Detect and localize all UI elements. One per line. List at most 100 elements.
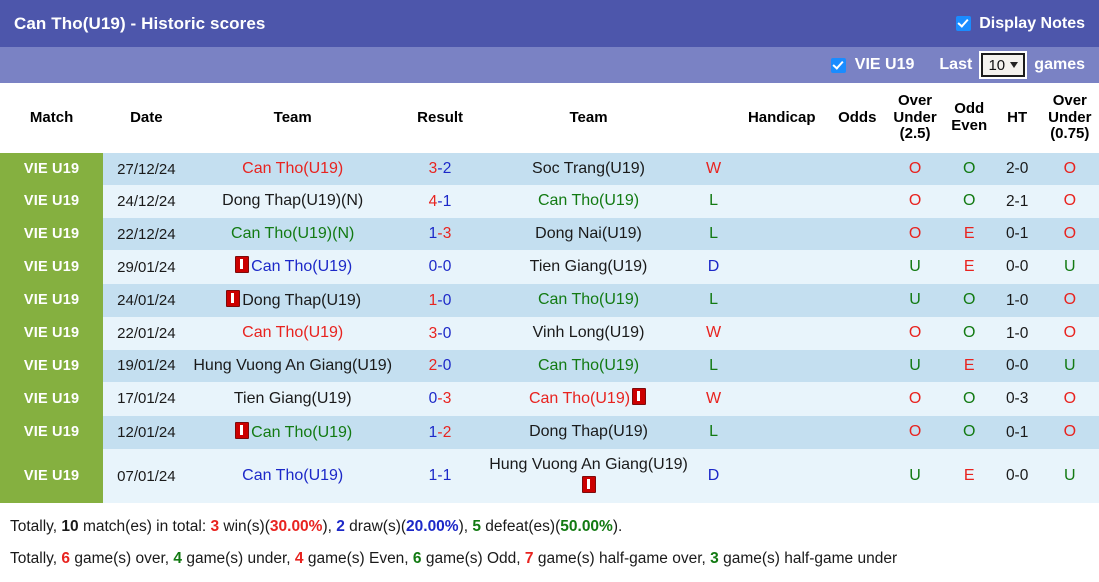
win-lose-draw-value: L: [709, 356, 718, 374]
away-team-cell[interactable]: Tien Giang(U19): [484, 250, 693, 284]
match-date: 12/01/24: [103, 415, 190, 450]
summary-footer: Totally, 10 match(es) in total: 3 win(s)…: [0, 503, 1099, 579]
away-team-cell[interactable]: Can Tho(U19): [484, 382, 693, 416]
over-under-075: U: [1040, 349, 1099, 383]
chevron-down-icon: [1010, 62, 1019, 68]
away-team-cell[interactable]: Soc Trang(U19): [484, 153, 693, 186]
odd-even-value: O: [963, 324, 976, 342]
match-league-badge: VIE U19: [0, 449, 104, 504]
win-lose-draw-value: L: [709, 192, 718, 210]
match-result[interactable]: 2-0: [395, 349, 485, 383]
summary-draws-pct: 20.00%: [406, 518, 459, 536]
filter-subbar: VIE U19 Last 10 games: [0, 47, 1099, 83]
table-row[interactable]: VIE U19 24/01/24 Dong Thap(U19) 1-0 Can Tho(…: [0, 283, 1099, 318]
away-team-cell[interactable]: Vinh Long(U19): [484, 317, 693, 350]
scores-table-wrapper: Match Date Team Result Team Handicap Odd…: [0, 83, 1099, 504]
games-count-select[interactable]: 10: [981, 53, 1026, 77]
odd-even: O: [944, 382, 994, 416]
odd-even-value: O: [963, 192, 976, 210]
over-under-25-value: U: [909, 466, 921, 484]
home-team-cell[interactable]: Dong Thap(U19)(N): [189, 185, 396, 218]
col-header-handicap[interactable]: Handicap: [734, 83, 830, 153]
league-filter-checkbox[interactable]: [830, 57, 846, 73]
table-row[interactable]: VIE U19 29/01/24 Can Tho(U19) 0-0 Tien Giang…: [0, 250, 1099, 284]
col-header-match[interactable]: Match: [0, 83, 104, 153]
away-team-cell[interactable]: Can Tho(U19): [484, 185, 693, 218]
half-time-score: 0-3: [993, 382, 1041, 416]
summary-defeats-text: defeat(es)(: [481, 518, 561, 536]
over-under-25: O: [885, 185, 945, 218]
match-date: 07/01/24: [103, 449, 190, 504]
over-under-25: O: [885, 317, 945, 350]
home-team-cell[interactable]: Can Tho(U19): [189, 449, 396, 504]
away-team-cell[interactable]: Can Tho(U19): [484, 349, 693, 383]
over-under-25-value: U: [909, 291, 921, 309]
table-row[interactable]: VIE U19 24/12/24 Dong Thap(U19)(N) 4-1 Can T…: [0, 185, 1099, 218]
match-result[interactable]: 3-2: [395, 153, 485, 186]
col-header-home-team[interactable]: Team: [189, 83, 396, 153]
table-row[interactable]: VIE U19 19/01/24 Hung Vuong An Giang(U19) 2…: [0, 349, 1099, 383]
over-under-25-value: U: [909, 356, 921, 374]
last-label: Last: [939, 56, 973, 73]
col-header-away-team[interactable]: Team: [484, 83, 693, 153]
result-away-goals: 3: [442, 225, 452, 243]
table-row[interactable]: VIE U19 22/01/24 Can Tho(U19) 3-0 Vinh Long(…: [0, 317, 1099, 350]
away-team-name: Hung Vuong An Giang(U19): [489, 456, 688, 474]
handicap-value: [734, 153, 830, 186]
home-team-cell[interactable]: Tien Giang(U19): [189, 382, 396, 416]
match-result[interactable]: 0-3: [395, 382, 485, 416]
away-team-cell[interactable]: Dong Nai(U19): [484, 217, 693, 251]
table-row[interactable]: VIE U19 22/12/24 Can Tho(U19)(N) 1-3 Dong Na…: [0, 217, 1099, 251]
match-result[interactable]: 1-2: [395, 415, 485, 450]
col-header-over-under-075[interactable]: Over Under (0.75): [1040, 83, 1099, 153]
result-away-goals: 1: [442, 467, 452, 485]
odd-even-value: E: [963, 466, 975, 484]
odd-even: E: [944, 349, 994, 383]
home-team-cell[interactable]: Can Tho(U19): [189, 415, 396, 450]
match-result[interactable]: 1-3: [395, 217, 485, 251]
away-team-name: Dong Thap(U19): [529, 423, 648, 441]
away-team-cell[interactable]: Can Tho(U19): [484, 283, 693, 318]
summary-wins-text: win(s)(: [219, 518, 270, 536]
col-header-odd-even[interactable]: Odd Even: [944, 83, 994, 153]
away-team-name: Vinh Long(U19): [532, 324, 645, 342]
col-header-date[interactable]: Date: [103, 83, 190, 153]
away-team-cell[interactable]: Hung Vuong An Giang(U19): [484, 449, 693, 504]
home-team-cell[interactable]: Can Tho(U19): [189, 317, 396, 350]
table-row[interactable]: VIE U19 27/12/24 Can Tho(U19) 3-2 Soc Trang(…: [0, 153, 1099, 186]
over-under-25: O: [885, 415, 945, 450]
over-under-25: O: [885, 382, 945, 416]
match-result[interactable]: 0-0: [395, 250, 485, 284]
over-under-075: O: [1040, 217, 1099, 251]
home-team-cell[interactable]: Can Tho(U19): [189, 250, 396, 284]
match-result[interactable]: 1-0: [395, 283, 485, 318]
match-result[interactable]: 4-1: [395, 185, 485, 218]
odds-value: [829, 382, 886, 416]
odds-value: [829, 250, 886, 284]
match-result[interactable]: 3-0: [395, 317, 485, 350]
display-notes-checkbox[interactable]: [956, 16, 972, 31]
col-header-odds[interactable]: Odds: [829, 83, 886, 153]
summary-mid-1: match(es) in total:: [78, 518, 211, 536]
home-team-cell[interactable]: Can Tho(U19): [189, 153, 396, 186]
table-row[interactable]: VIE U19 12/01/24 Can Tho(U19) 1-2 Dong Thap(…: [0, 415, 1099, 450]
odd-even: E: [944, 250, 994, 284]
titlebar-right-controls: Display Notes: [956, 15, 1085, 33]
summary-total-matches: 10: [61, 518, 79, 536]
home-team-cell[interactable]: Can Tho(U19)(N): [189, 217, 396, 251]
home-team-cell[interactable]: Hung Vuong An Giang(U19): [189, 349, 396, 383]
match-date: 24/12/24: [103, 185, 190, 218]
table-row[interactable]: VIE U19 07/01/24 Can Tho(U19) 1-1 Hung Vuong…: [0, 449, 1099, 504]
summary-over: 6: [61, 550, 71, 568]
odd-even-value: O: [963, 389, 976, 407]
table-row[interactable]: VIE U19 17/01/24 Tien Giang(U19) 0-3 Can Tho…: [0, 382, 1099, 416]
away-team-cell[interactable]: Dong Thap(U19): [484, 415, 693, 450]
win-lose-draw: W: [692, 153, 735, 186]
away-team-name: Can Tho(U19): [537, 192, 640, 210]
col-header-ht[interactable]: HT: [993, 83, 1041, 153]
col-header-result[interactable]: Result: [395, 83, 485, 153]
home-team-cell[interactable]: Dong Thap(U19): [189, 283, 396, 318]
home-team-name: Can Tho(U19): [251, 423, 353, 441]
match-result[interactable]: 1-1: [395, 449, 485, 504]
col-header-over-under-25[interactable]: Over Under (2.5): [885, 83, 945, 153]
